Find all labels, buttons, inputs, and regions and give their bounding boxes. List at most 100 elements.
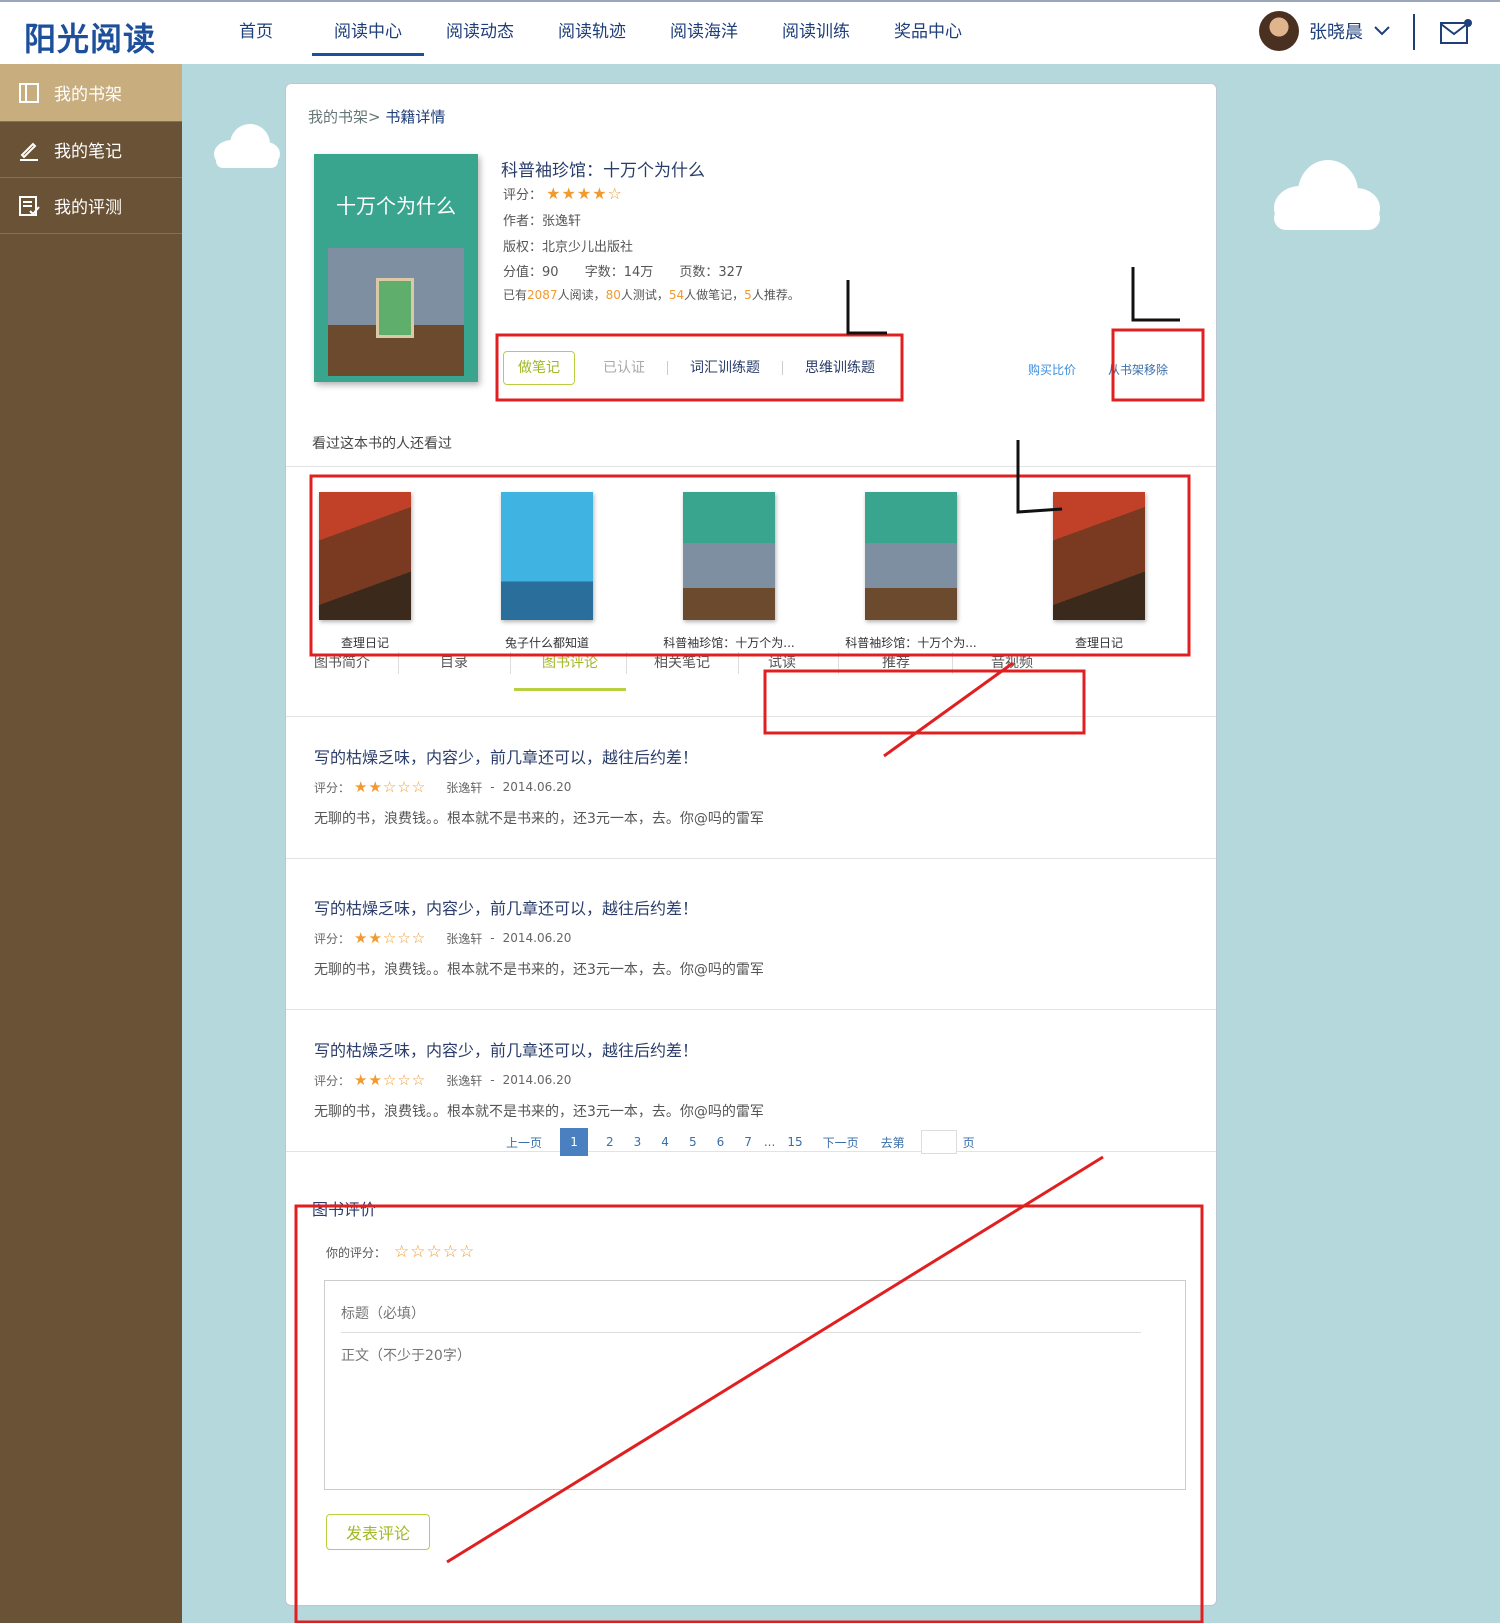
- tab-intro[interactable]: 图书简介: [286, 652, 398, 672]
- nav-reading-ocean[interactable]: 阅读海洋: [648, 2, 760, 64]
- header-divider: [1413, 14, 1415, 50]
- book-author: 作者：张逸轩: [503, 214, 582, 229]
- nav-home[interactable]: 首页: [200, 2, 312, 64]
- vocab-training-link[interactable]: 词汇训练题: [668, 361, 783, 375]
- also-read-heading: 看过这本书的人还看过: [312, 436, 452, 452]
- bookshelf-icon: [18, 82, 40, 104]
- book-pages: 页数：327: [679, 265, 744, 280]
- related-book-title[interactable]: 查理日记: [290, 634, 440, 651]
- nav-reading-feed[interactable]: 阅读动态: [424, 2, 536, 64]
- page-link[interactable]: 6: [717, 1135, 725, 1149]
- submit-review-button[interactable]: 发表评论: [326, 1514, 430, 1550]
- page-link[interactable]: 7: [744, 1135, 752, 1149]
- related-book[interactable]: 查理日记: [290, 492, 440, 651]
- review-author[interactable]: 张逸轩: [446, 1072, 482, 1089]
- detail-tabs: 图书简介 目录 图书评论 相关笔记 试读 推荐 音视频: [286, 652, 1216, 692]
- review-author[interactable]: 张逸轩: [446, 779, 482, 796]
- mail-icon[interactable]: [1439, 18, 1472, 44]
- related-book[interactable]: 科普袖珍馆：十万个为...: [836, 492, 986, 651]
- sidebar-item-assessments[interactable]: 我的评测: [0, 178, 182, 234]
- next-page-link[interactable]: 下一页: [823, 1134, 859, 1151]
- chevron-down-icon[interactable]: [1373, 22, 1391, 41]
- cloud-decoration: [1274, 160, 1380, 230]
- user-name[interactable]: 张晓晨: [1309, 18, 1363, 44]
- avatar[interactable]: [1259, 11, 1299, 51]
- related-book-cover[interactable]: [319, 492, 411, 620]
- pager-ellipsis: ...: [763, 1135, 776, 1149]
- nav-reading-track[interactable]: 阅读轨迹: [536, 2, 648, 64]
- tab-audio-video[interactable]: 音视频: [956, 652, 1068, 672]
- review-item: 写的枯燥乏味，内容少，前几章还可以，越往后约差！ 评分： ★★☆☆☆ 张逸轩 -…: [314, 744, 1194, 828]
- review-body-textarea[interactable]: [341, 1345, 1161, 1475]
- review-meta: 评分： ★★☆☆☆ 张逸轩 - 2014.06.20: [314, 778, 572, 796]
- goto-page-input[interactable]: [920, 1130, 957, 1154]
- price-compare-link[interactable]: 购买比价: [1028, 361, 1076, 378]
- book-cover: 十万个为什么: [314, 154, 478, 382]
- tab-trial-read[interactable]: 试读: [726, 652, 838, 672]
- cloud-decoration: [214, 124, 280, 168]
- review-date: 2014.06.20: [502, 780, 572, 794]
- nav-reading-training[interactable]: 阅读训练: [760, 2, 872, 64]
- user-menu[interactable]: 张晓晨: [1259, 11, 1391, 51]
- remove-from-shelf-link[interactable]: 从书架移除: [1108, 361, 1168, 378]
- divider: [286, 1009, 1216, 1010]
- score-star-input[interactable]: ☆☆☆☆☆: [394, 1242, 475, 1262]
- book-actions: 做笔记 已认证 词汇训练题 思维训练题: [503, 351, 897, 385]
- nav-reading-center[interactable]: 阅读中心: [312, 2, 424, 56]
- prev-page-link[interactable]: 上一页: [506, 1134, 542, 1151]
- tab-related-notes[interactable]: 相关笔记: [626, 652, 738, 672]
- related-book[interactable]: 查理日记: [1024, 492, 1174, 651]
- cover-illustration: [328, 248, 464, 376]
- book-score: 分值：90: [503, 265, 559, 280]
- take-note-button[interactable]: 做笔记: [503, 351, 575, 385]
- breadcrumb-current: 书籍详情: [385, 108, 446, 126]
- book-publisher: 版权：北京少儿出版社: [503, 240, 634, 255]
- review-title[interactable]: 写的枯燥乏味，内容少，前几章还可以，越往后约差！: [314, 895, 1194, 919]
- review-date: 2014.06.20: [502, 1073, 572, 1087]
- breadcrumb-parent[interactable]: 我的书架>: [308, 108, 381, 126]
- review-title-input[interactable]: [341, 1295, 1141, 1333]
- sidebar-item-label: 我的评测: [54, 198, 122, 218]
- review-title[interactable]: 写的枯燥乏味，内容少，前几章还可以，越往后约差！: [314, 744, 1194, 768]
- nav-prize-center[interactable]: 奖品中心: [872, 2, 984, 64]
- page-link[interactable]: 1: [560, 1128, 589, 1156]
- sidebar-item-notes[interactable]: 我的笔记: [0, 122, 182, 178]
- sidebar-item-bookshelf[interactable]: 我的书架: [0, 64, 182, 122]
- divider: [286, 716, 1216, 717]
- related-book-title[interactable]: 兔子什么都知道: [472, 634, 622, 651]
- active-tab-underline: [514, 688, 626, 691]
- thinking-training-link[interactable]: 思维训练题: [783, 361, 897, 375]
- related-book-title[interactable]: 查理日记: [1024, 634, 1174, 651]
- review-meta: 评分： ★★☆☆☆ 张逸轩 - 2014.06.20: [314, 1071, 572, 1089]
- page-link[interactable]: 4: [661, 1135, 669, 1149]
- related-book-title[interactable]: 科普袖珍馆：十万个为...: [654, 634, 804, 651]
- review-form-heading: 图书评价: [312, 1200, 377, 1219]
- pagination: 上一页 1 2 3 4 5 6 7 ... 15 下一页 去第 页: [496, 1128, 975, 1156]
- breadcrumb: 我的书架> 书籍详情: [308, 106, 445, 127]
- divider: [286, 858, 1216, 859]
- book-stats-row: 分值：90 字数：14万 页数：327: [503, 261, 743, 280]
- rating-label: 评分：: [503, 188, 543, 203]
- related-book-cover[interactable]: [683, 492, 775, 620]
- site-logo[interactable]: 阳光阅读: [24, 14, 156, 60]
- related-book[interactable]: 兔子什么都知道: [472, 492, 622, 651]
- related-book-cover[interactable]: [1053, 492, 1145, 620]
- main-nav: 首页 阅读中心 阅读动态 阅读轨迹 阅读海洋 阅读训练 奖品中心: [200, 2, 984, 64]
- related-book-title[interactable]: 科普袖珍馆：十万个为...: [836, 634, 986, 651]
- tab-toc[interactable]: 目录: [398, 652, 510, 672]
- page-link[interactable]: 3: [634, 1135, 642, 1149]
- related-book-cover[interactable]: [865, 492, 957, 620]
- book-rating: 评分： ★★★★☆: [503, 184, 623, 203]
- review-author[interactable]: 张逸轩: [446, 930, 482, 947]
- page-link[interactable]: 15: [787, 1135, 802, 1149]
- review-body: 无聊的书，浪费钱。。根本就不是书来的，还3元一本，去。你@吗的雷军: [314, 811, 764, 827]
- related-book-cover[interactable]: [501, 492, 593, 620]
- review-title[interactable]: 写的枯燥乏味，内容少，前几章还可以，越往后约差！: [314, 1037, 1194, 1061]
- tab-reviews[interactable]: 图书评论: [514, 652, 626, 672]
- page-link[interactable]: 2: [606, 1135, 614, 1149]
- page-link[interactable]: 5: [689, 1135, 697, 1149]
- top-nav-bar: 阳光阅读 首页 阅读中心 阅读动态 阅读轨迹 阅读海洋 阅读训练 奖品中心 张晓…: [0, 0, 1500, 64]
- tab-recommend[interactable]: 推荐: [840, 652, 952, 672]
- related-book[interactable]: 科普袖珍馆：十万个为...: [654, 492, 804, 651]
- review-rating-stars: ★★☆☆☆: [354, 1071, 427, 1089]
